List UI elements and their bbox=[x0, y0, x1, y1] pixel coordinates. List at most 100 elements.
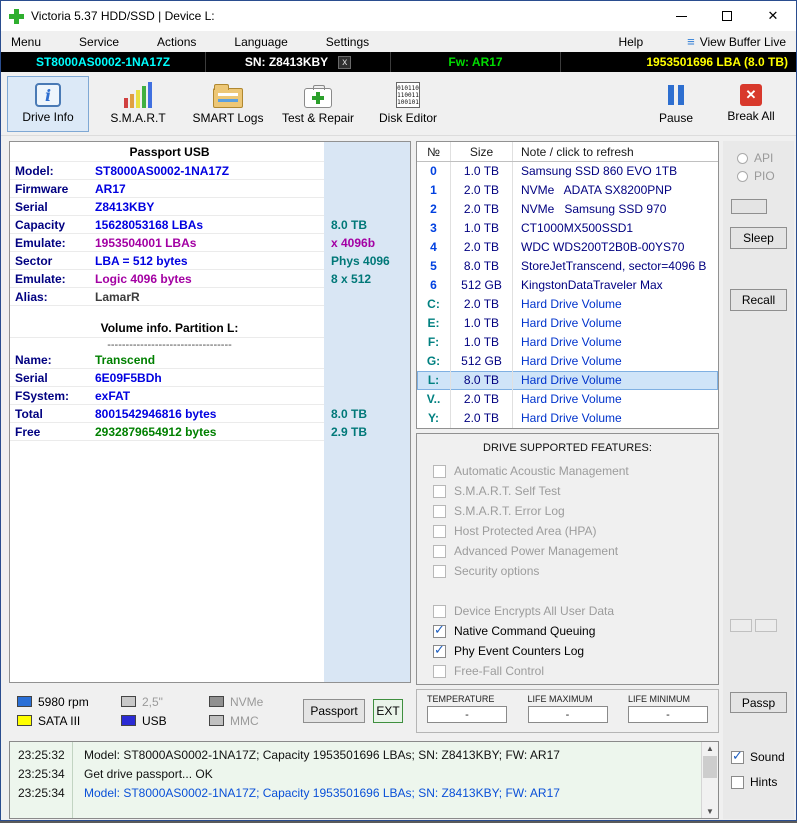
checkbox-icon[interactable]: ✓ bbox=[433, 564, 446, 578]
legend-label: MMC bbox=[230, 713, 259, 728]
view-buffer-live-button[interactable]: ≡ View Buffer Live bbox=[687, 34, 786, 49]
drive-row[interactable]: 3 1.0 TB CT1000MX500SSD1 bbox=[417, 219, 718, 238]
drive-size: 8.0 TB bbox=[451, 257, 513, 276]
tab-smart[interactable]: S.M.A.R.T bbox=[97, 76, 179, 132]
device-close-icon[interactable]: x bbox=[338, 55, 352, 69]
feature-checkbox-row[interactable]: ✓ Free-Fall Control bbox=[433, 661, 718, 681]
break-x-icon: ✕ bbox=[740, 84, 762, 106]
feature-checkbox-row[interactable]: ✓ S.M.A.R.T. Self Test bbox=[433, 481, 718, 501]
log-row: 23:25:32 Model: ST8000AS0002-1NA17Z; Cap… bbox=[10, 745, 718, 764]
feature-checkbox-row[interactable]: ✓ Phy Event Counters Log bbox=[433, 641, 718, 661]
drive-row[interactable]: 1 2.0 TB NVMe ADATA SX8200PNP bbox=[417, 181, 718, 200]
device-serial[interactable]: SN: Z8413KBY x bbox=[206, 52, 391, 72]
hints-checkbox[interactable]: ✓ Hints bbox=[731, 775, 777, 789]
passport-row: Alias: LamarR bbox=[10, 288, 410, 306]
passport-field-label: Alias: bbox=[15, 289, 48, 304]
log-text: Model: ST8000AS0002-1NA17Z; Capacity 195… bbox=[84, 785, 560, 800]
drive-note: Hard Drive Volume bbox=[521, 335, 622, 349]
feature-checkbox-row[interactable]: ✓ Host Protected Area (HPA) bbox=[433, 521, 718, 541]
drive-size: 1.0 TB bbox=[451, 219, 513, 238]
sleep-button[interactable]: Sleep bbox=[730, 227, 787, 249]
drive-row[interactable]: G: 512 GB Hard Drive Volume bbox=[417, 352, 718, 371]
scroll-down-icon[interactable]: ▼ bbox=[706, 807, 714, 816]
drive-no: 1 bbox=[417, 181, 451, 200]
tiny-button-right[interactable] bbox=[755, 619, 777, 632]
header-note[interactable]: Note / click to refresh bbox=[513, 142, 718, 161]
checkbox-icon[interactable]: ✓ bbox=[433, 504, 446, 518]
feature-checkbox-row[interactable]: ✓ Advanced Power Management bbox=[433, 541, 718, 561]
menu-item[interactable]: Actions bbox=[157, 35, 196, 49]
recall-button[interactable]: Recall bbox=[730, 289, 787, 311]
menu-item[interactable]: Language bbox=[234, 35, 287, 49]
sound-checkbox[interactable]: ✓ Sound bbox=[731, 749, 785, 764]
header-size: Size bbox=[451, 142, 513, 161]
feature-checkbox-row[interactable]: ✓ Automatic Acoustic Management bbox=[433, 461, 718, 481]
legend-item: SATA III bbox=[17, 714, 121, 728]
blank-mini-button[interactable] bbox=[731, 199, 767, 214]
checkbox-icon[interactable]: ✓ bbox=[433, 664, 446, 678]
scrollbar-thumb[interactable] bbox=[703, 756, 717, 778]
close-button[interactable]: ✕ bbox=[750, 1, 796, 31]
checkbox-icon[interactable]: ✓ bbox=[433, 524, 446, 538]
drive-row[interactable]: 0 1.0 TB Samsung SSD 860 EVO 1TB bbox=[417, 162, 718, 181]
device-serial-text: SN: Z8413KBY bbox=[244, 55, 329, 69]
drive-note: CT1000MX500SSD1 bbox=[521, 221, 634, 235]
tab-test-repair[interactable]: Test & Repair bbox=[277, 76, 359, 132]
device-firmware[interactable]: Fw: AR17 bbox=[391, 52, 561, 72]
checkbox-icon[interactable]: ✓ bbox=[433, 643, 446, 658]
passport-button[interactable]: Passport bbox=[303, 699, 365, 723]
break-all-button[interactable]: ✕ Break All bbox=[716, 76, 786, 132]
binary-line: 100101 bbox=[397, 99, 419, 106]
checkbox-icon[interactable]: ✓ bbox=[731, 749, 744, 764]
menu-items: Menu Service Actions Language Settings bbox=[11, 35, 369, 49]
drive-note: StoreJetTranscend, sector=4096 B bbox=[521, 259, 707, 273]
drive-row[interactable]: C: 2.0 TB Hard Drive Volume bbox=[417, 295, 718, 314]
drive-size: 8.0 TB bbox=[451, 371, 513, 390]
checkbox-icon[interactable]: ✓ bbox=[433, 623, 446, 638]
passport-header: Passport USB bbox=[10, 142, 410, 162]
checkbox-icon[interactable]: ✓ bbox=[433, 544, 446, 558]
drive-note: KingstonDataTraveler Max bbox=[521, 278, 663, 292]
radio-pio[interactable]: PIO bbox=[737, 169, 775, 183]
tiny-button-left[interactable] bbox=[730, 619, 752, 632]
drive-row[interactable]: 2 2.0 TB NVMe Samsung SSD 970 bbox=[417, 200, 718, 219]
feature-checkbox-row[interactable]: ✓ Device Encrypts All User Data bbox=[433, 601, 718, 621]
feature-checkbox-row[interactable]: ✓ Security options bbox=[433, 561, 718, 581]
drive-row[interactable]: 5 8.0 TB StoreJetTranscend, sector=4096 … bbox=[417, 257, 718, 276]
scroll-up-icon[interactable]: ▲ bbox=[706, 744, 714, 753]
checkbox-icon[interactable]: ✓ bbox=[731, 775, 744, 789]
pause-button[interactable]: Pause bbox=[644, 76, 708, 132]
feature-checkbox-row[interactable]: ✓ S.M.A.R.T. Error Log bbox=[433, 501, 718, 521]
radio-api[interactable]: API bbox=[737, 151, 773, 165]
feature-checkbox-row[interactable]: ✓ Native Command Queuing bbox=[433, 621, 718, 641]
drive-row[interactable]: V.. 2.0 TB Hard Drive Volume bbox=[417, 390, 718, 409]
drive-row[interactable]: 6 512 GB KingstonDataTraveler Max bbox=[417, 276, 718, 295]
device-model[interactable]: ST8000AS0002-1NA17Z bbox=[1, 52, 206, 72]
tab-drive-info[interactable]: i Drive Info bbox=[7, 75, 89, 132]
drive-row[interactable]: 4 2.0 TB WDC WDS200T2B0B-00YS70 bbox=[417, 238, 718, 257]
ext-button[interactable]: EXT bbox=[373, 699, 403, 723]
tab-smart-logs[interactable]: SMART Logs bbox=[187, 76, 269, 132]
volume-field-extra: 2.9 TB bbox=[331, 425, 368, 439]
drive-row[interactable]: E: 1.0 TB Hard Drive Volume bbox=[417, 314, 718, 333]
menu-item[interactable]: Service bbox=[79, 35, 119, 49]
menu-item[interactable]: Settings bbox=[326, 35, 369, 49]
checkbox-icon[interactable]: ✓ bbox=[433, 464, 446, 478]
maximize-button[interactable] bbox=[704, 1, 750, 31]
menu-item[interactable]: Menu bbox=[11, 35, 41, 49]
passp-button[interactable]: Passp bbox=[730, 692, 787, 713]
drive-note: Hard Drive Volume bbox=[521, 316, 622, 330]
drive-row[interactable]: F: 1.0 TB Hard Drive Volume bbox=[417, 333, 718, 352]
drive-row[interactable]: L: 8.0 TB Hard Drive Volume bbox=[417, 371, 718, 390]
tab-disk-editor[interactable]: 010110 110011 100101 Disk Editor bbox=[367, 76, 449, 132]
volume-field-extra bbox=[324, 369, 410, 387]
volume-field-value: 2932879654912 bytes bbox=[95, 424, 217, 439]
checkbox-icon[interactable]: ✓ bbox=[433, 484, 446, 498]
minimize-button[interactable] bbox=[658, 1, 704, 31]
checkbox-icon[interactable]: ✓ bbox=[433, 604, 446, 618]
drive-no: 6 bbox=[417, 276, 451, 295]
feature-label: S.M.A.R.T. Self Test bbox=[454, 484, 561, 498]
log-scrollbar[interactable]: ▲ ▼ bbox=[701, 742, 718, 818]
drive-row[interactable]: Y: 2.0 TB Hard Drive Volume bbox=[417, 409, 718, 428]
menu-item-help[interactable]: Help bbox=[618, 35, 643, 49]
